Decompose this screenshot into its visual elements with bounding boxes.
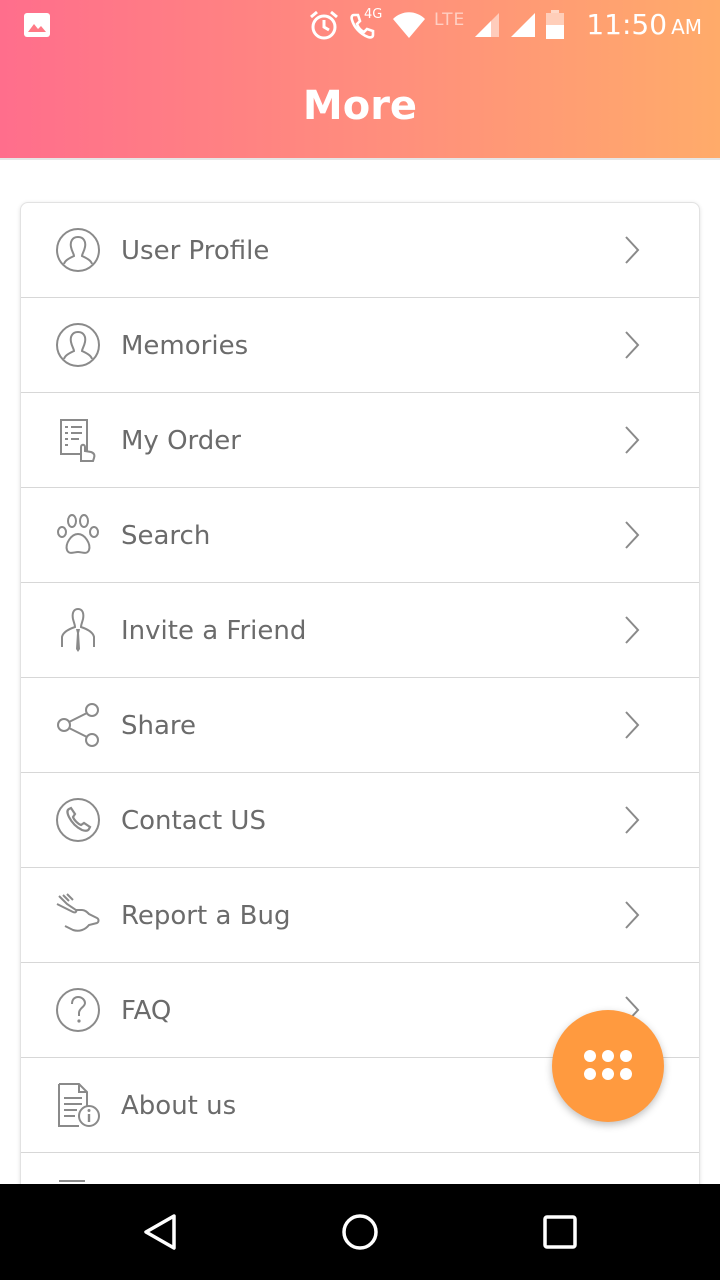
menu-item-label: Share: [121, 711, 197, 741]
menu-item-search[interactable]: Search: [21, 488, 699, 583]
menu-item-share[interactable]: Share: [21, 678, 699, 773]
menu-item-label: FAQ: [121, 996, 172, 1026]
menu-item-label: Search: [121, 521, 211, 551]
phone-icon: [56, 798, 100, 842]
gallery-icon: [24, 13, 50, 37]
app-screen: 4G LTE 11:50 AM More User Profile Memori…: [0, 0, 720, 1280]
menu-item-label: User Profile: [121, 236, 270, 266]
menu-item-label: Contact US: [121, 806, 266, 836]
order-icon: [60, 419, 96, 462]
signal-icon: [475, 13, 500, 37]
recents-icon[interactable]: [540, 1212, 580, 1252]
status-bar: 4G LTE 11:50 AM: [0, 0, 720, 50]
chevron-right-icon: [625, 236, 640, 264]
chevron-right-icon: [625, 521, 640, 549]
menu-item-label: About us: [121, 1091, 237, 1121]
memories-icon: [56, 323, 100, 367]
network-type: LTE: [434, 10, 466, 30]
back-icon[interactable]: [140, 1212, 180, 1252]
person-tie-icon: [61, 608, 95, 652]
menu-item-memories[interactable]: Memories: [21, 298, 699, 393]
menu-item-invite-friend[interactable]: Invite a Friend: [21, 583, 699, 678]
network-badge: 4G: [364, 7, 383, 22]
battery-icon: [546, 10, 565, 39]
home-icon[interactable]: [340, 1212, 380, 1252]
share-icon: [57, 703, 99, 747]
menu-item-my-order[interactable]: My Order: [21, 393, 699, 488]
chevron-right-icon: [625, 426, 640, 454]
chevron-right-icon: [625, 331, 640, 359]
status-icons: 4G LTE: [308, 6, 565, 44]
document-info-icon: [58, 1083, 100, 1127]
chevron-right-icon: [625, 711, 640, 739]
clock: 11:50 AM: [586, 8, 702, 44]
grid-dots-icon: [584, 1050, 632, 1080]
menu-item-report-bug[interactable]: Report a Bug: [21, 868, 699, 963]
fab-menu-button[interactable]: [552, 1010, 664, 1122]
chevron-right-icon: [625, 616, 640, 644]
header: 4G LTE 11:50 AM More: [0, 0, 720, 160]
page-title: More: [302, 83, 418, 129]
clock-ampm: AM: [671, 15, 702, 39]
wifi-call-icon: 4G: [348, 7, 384, 41]
menu-item-label: Invite a Friend: [121, 616, 307, 646]
chevron-right-icon: [625, 806, 640, 834]
menu-item-label: Report a Bug: [121, 901, 291, 931]
paw-icon: [57, 514, 99, 554]
user-profile-icon: [56, 228, 100, 272]
menu-item-contact-us[interactable]: Contact US: [21, 773, 699, 868]
pointing-hand-icon: [56, 893, 100, 932]
wifi-icon: [393, 12, 425, 38]
menu-item-label: Memories: [121, 331, 249, 361]
question-icon: [56, 988, 100, 1032]
signal-icon: [511, 13, 536, 37]
menu-item-label: My Order: [121, 426, 241, 456]
alarm-icon: [310, 10, 338, 40]
menu-item-user-profile[interactable]: User Profile: [21, 203, 699, 298]
clock-time: 11:50: [586, 8, 668, 41]
chevron-right-icon: [625, 901, 640, 929]
navigation-bar: [0, 1184, 720, 1280]
